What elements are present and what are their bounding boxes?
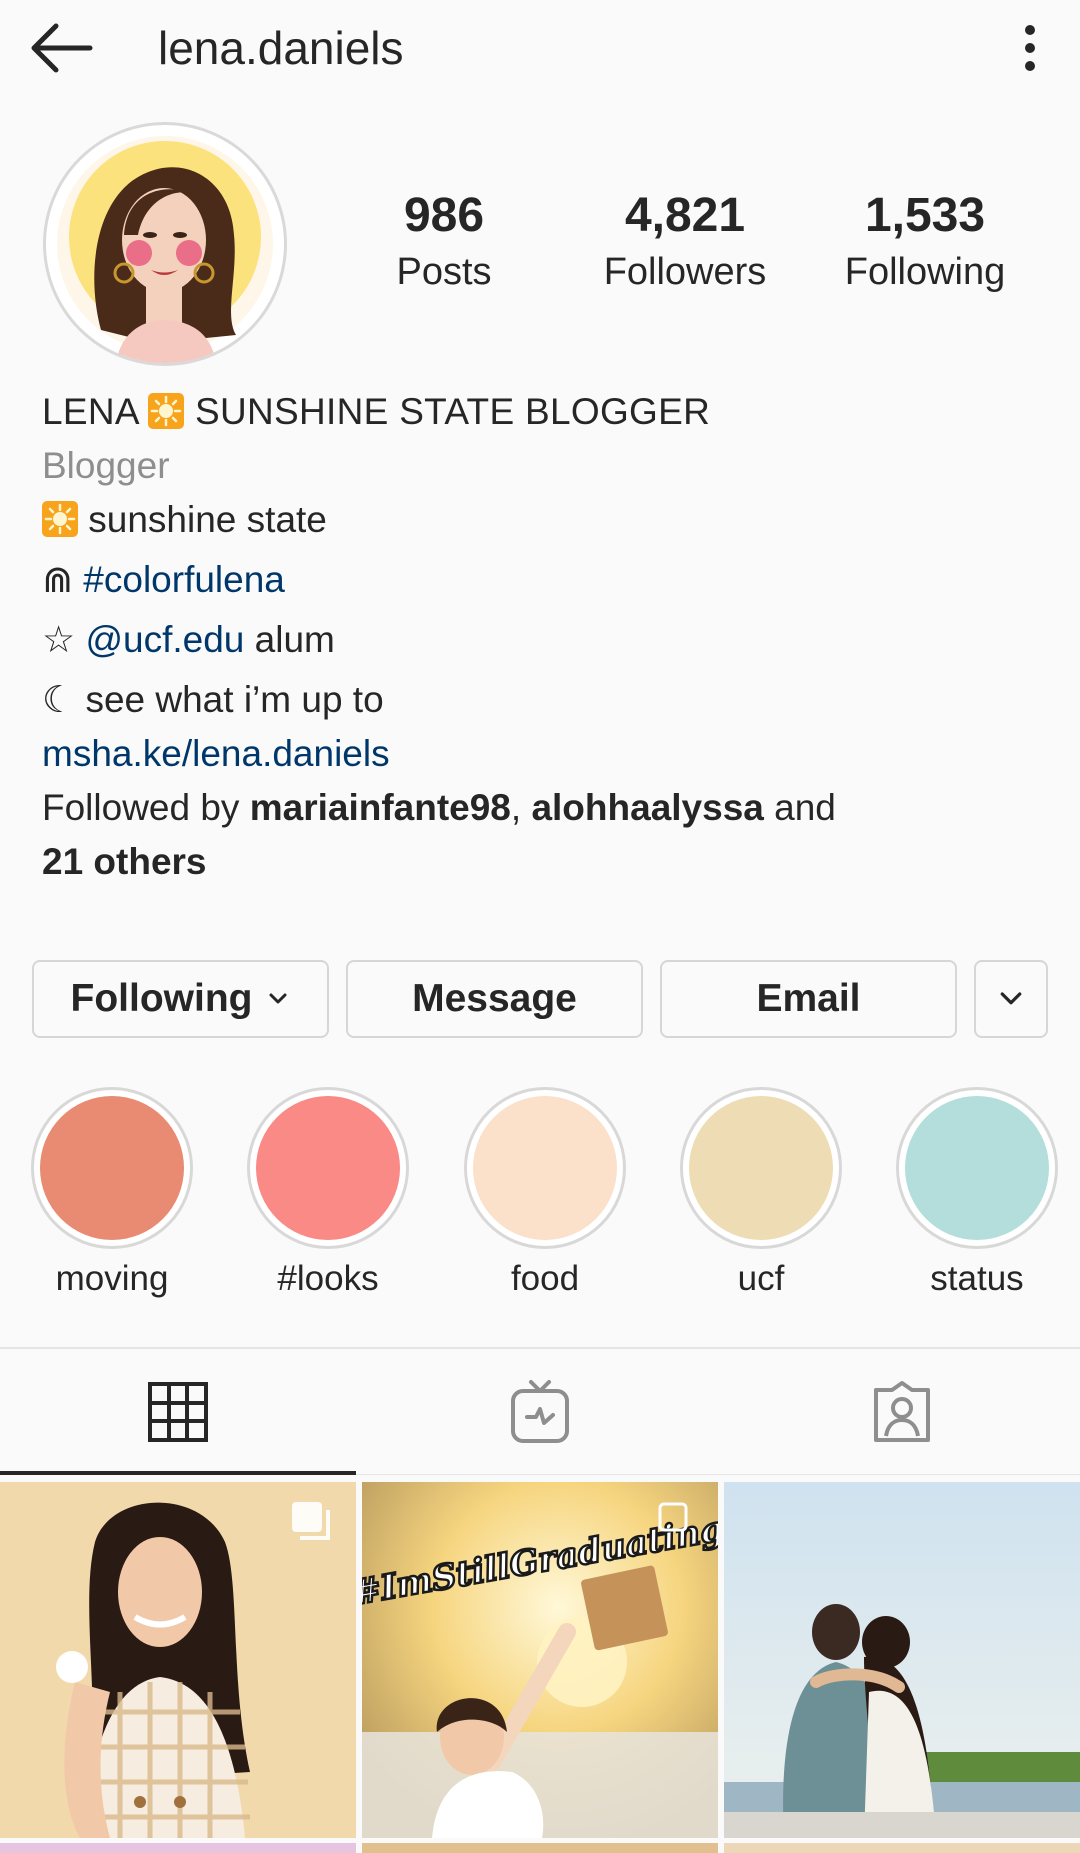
display-name-prefix: LENA: [42, 391, 138, 432]
followed-by-others[interactable]: 21 others: [42, 835, 1052, 889]
highlight-label: food: [510, 1259, 580, 1298]
highlight-label: ucf: [737, 1259, 785, 1298]
highlight-ring: [464, 1087, 626, 1249]
following-button[interactable]: Following: [32, 960, 329, 1038]
posts-count-label: Posts: [396, 251, 492, 293]
tab-tagged[interactable]: [724, 1349, 1080, 1474]
highlight-ring: [31, 1087, 193, 1249]
suggested-accounts-button[interactable]: [974, 960, 1048, 1038]
highlight-cover: [40, 1096, 184, 1240]
story-highlight[interactable]: ucf: [678, 1087, 844, 1303]
highlight-ring: [680, 1087, 842, 1249]
highlight-cover: [473, 1096, 617, 1240]
top-bar: lena.daniels: [0, 0, 1080, 96]
profile-username: lena.daniels: [158, 22, 404, 74]
bio-line-sunshine: sunshine state: [42, 493, 1052, 547]
grid-icon: [148, 1381, 208, 1442]
email-button[interactable]: Email: [660, 960, 957, 1038]
highlight-label: status: [930, 1259, 1024, 1298]
followed-by-and: and: [774, 787, 836, 828]
post-thumbnail[interactable]: [724, 1482, 1080, 1838]
highlight-label: moving: [55, 1259, 169, 1298]
followed-by[interactable]: Followed by mariainfante98, alohhaalyssa…: [42, 781, 1052, 835]
posts-count-value: 986: [403, 189, 485, 242]
profile-avatar[interactable]: [43, 122, 287, 366]
tagged-person-icon: [874, 1380, 930, 1442]
followed-by-user-2: alohhaalyssa: [531, 787, 764, 828]
posts-count[interactable]: 986 Posts: [374, 186, 514, 298]
tv-icon: [511, 1379, 569, 1443]
bio-line-hashtag: ⋒ #colorfulena: [42, 553, 1052, 607]
followers-count[interactable]: 4,821 Followers: [585, 186, 785, 298]
followed-by-prefix: Followed by: [42, 787, 240, 828]
moon-symbol-icon: ☾: [42, 679, 76, 720]
highlight-cover: [256, 1096, 400, 1240]
following-count-label: Following: [844, 251, 1006, 293]
story-highlight[interactable]: status: [894, 1087, 1060, 1303]
followers-count-label: Followers: [603, 251, 767, 293]
display-name: LENA SUNSHINE STATE BLOGGER: [42, 385, 1052, 439]
bio-line-see-what-text: see what i’m up to: [85, 679, 384, 720]
story-highlight[interactable]: #looks: [245, 1087, 411, 1303]
bio-line-see-what: ☾ see what i’m up to: [42, 673, 1052, 727]
more-options-icon[interactable]: [1010, 18, 1050, 78]
bio-line-alum: ☆ @ucf.edu alum: [42, 613, 1052, 667]
tab-grid[interactable]: [0, 1349, 356, 1474]
following-button-label: Following: [70, 977, 253, 1020]
bio-line-alum-text: alum: [254, 619, 335, 660]
highlight-cover: [905, 1096, 1049, 1240]
profile-category: Blogger: [42, 445, 170, 486]
rainbow-symbol-icon: ⋒: [42, 559, 74, 600]
highlight-cover: [689, 1096, 833, 1240]
chevron-down-icon: [1000, 992, 1022, 1005]
hashtag-link[interactable]: #colorfulena: [83, 559, 285, 600]
followers-count-value: 4,821: [624, 189, 746, 242]
post-thumbnail-next-row: [0, 1843, 356, 1853]
sun-emoji-icon: [148, 393, 185, 429]
sun-emoji-icon: [42, 501, 78, 537]
active-tab-indicator: [0, 1471, 356, 1475]
story-highlight[interactable]: food: [462, 1087, 628, 1303]
bio-line-sunshine-text: sunshine state: [88, 499, 327, 540]
highlight-ring: [247, 1087, 409, 1249]
back-arrow-icon[interactable]: [26, 18, 96, 78]
mention-link[interactable]: @ucf.edu: [85, 619, 244, 660]
display-name-suffix: SUNSHINE STATE BLOGGER: [195, 391, 711, 432]
story-highlight[interactable]: moving: [29, 1087, 195, 1303]
email-button-label: Email: [756, 977, 861, 1020]
post-thumbnail-next-row: [362, 1843, 718, 1853]
message-button[interactable]: Message: [346, 960, 643, 1038]
message-button-label: Message: [412, 977, 577, 1020]
following-count[interactable]: 1,533 Following: [825, 186, 1025, 298]
star-outline-icon: ☆: [42, 619, 76, 660]
tab-igtv[interactable]: [362, 1349, 718, 1474]
chevron-down-icon: [269, 993, 287, 1004]
post-thumbnail[interactable]: [0, 1482, 356, 1838]
website-link[interactable]: msha.ke/lena.daniels: [42, 727, 1052, 781]
following-count-value: 1,533: [864, 189, 986, 242]
profile-bio: LENA SUNSHINE STATE BLOGGER Blogger suns…: [42, 385, 1052, 889]
post-thumbnail[interactable]: #ImStillGraduating: [362, 1482, 718, 1838]
highlight-label: #looks: [277, 1259, 379, 1298]
post-thumbnail-next-row: [724, 1843, 1080, 1853]
followed-by-user-1: mariainfante98: [249, 787, 511, 828]
highlight-ring: [896, 1087, 1058, 1249]
